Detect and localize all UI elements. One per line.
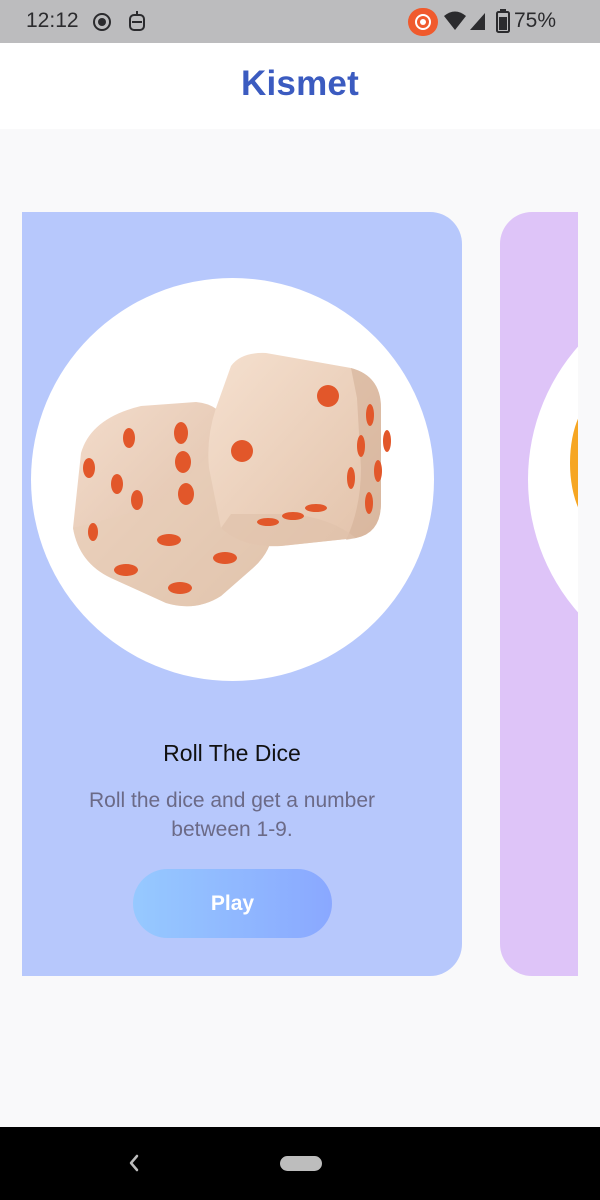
app-title: Kismet — [241, 64, 359, 103]
dice-icon — [73, 352, 391, 607]
card-title: Roll The Dice — [163, 740, 301, 766]
home-pill-icon[interactable] — [280, 1156, 322, 1171]
play-button[interactable]: Play — [133, 869, 332, 938]
system-nav-bar — [0, 1127, 600, 1200]
partial-next-card-image — [528, 278, 578, 681]
dice-image — [31, 278, 434, 681]
game-card-next[interactable] — [500, 212, 578, 976]
status-time: 12:12 — [26, 9, 79, 32]
record-icon — [408, 8, 438, 36]
battery-percent: 75% — [513, 9, 556, 32]
card-description: Roll the dice and get a number between 1… — [88, 789, 375, 841]
radio-icon — [93, 13, 111, 31]
status-bar: 12:12 75% — [0, 0, 600, 43]
battery-icon — [496, 9, 510, 33]
app-bar: Kismet — [0, 43, 600, 129]
game-carousel[interactable]: Roll The Dice Roll the dice and get a nu… — [22, 212, 578, 976]
back-icon[interactable] — [124, 1151, 144, 1175]
wifi-icon — [444, 11, 466, 30]
signal-icon — [470, 13, 485, 30]
game-card-dice[interactable]: Roll The Dice Roll the dice and get a nu… — [22, 212, 462, 976]
next-card-graphic — [570, 398, 578, 528]
robot-icon — [129, 11, 145, 31]
